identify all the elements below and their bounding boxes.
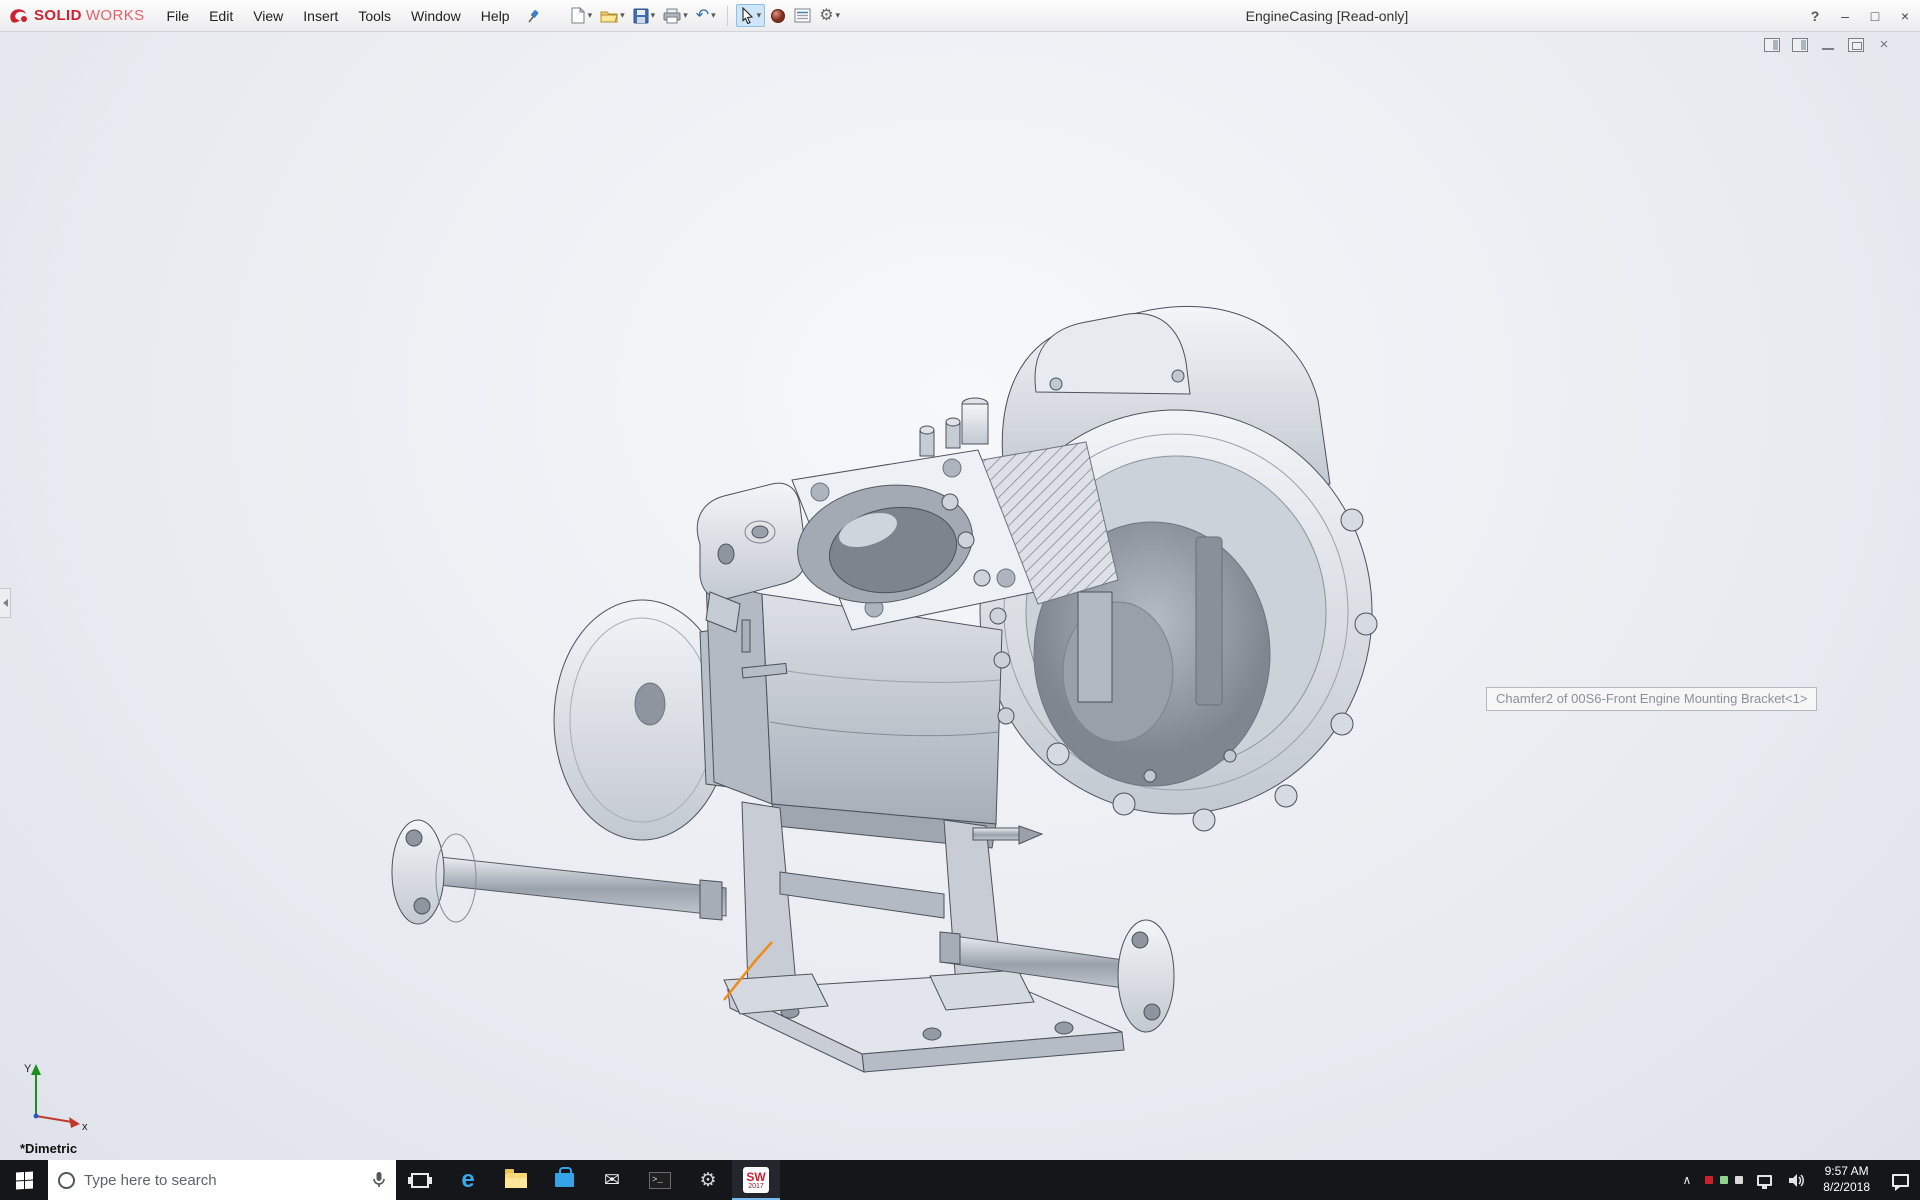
triad-y-label: Y bbox=[24, 1063, 32, 1075]
start-button[interactable] bbox=[0, 1160, 48, 1200]
menu-edit[interactable]: Edit bbox=[199, 2, 243, 30]
dropdown-icon[interactable]: ▾ bbox=[651, 10, 656, 21]
orientation-triad: Y x bbox=[18, 1056, 94, 1134]
graphics-area[interactable]: × bbox=[0, 32, 1920, 1160]
appearance-button[interactable] bbox=[767, 6, 789, 26]
tray-status-icon[interactable] bbox=[1720, 1176, 1728, 1184]
dropdown-icon[interactable]: ▾ bbox=[836, 10, 841, 21]
tray-mini-icons bbox=[1699, 1176, 1749, 1184]
toolbar-separator bbox=[727, 6, 728, 26]
task-view-icon bbox=[411, 1173, 429, 1188]
store-button[interactable] bbox=[540, 1160, 588, 1200]
brand-works: WORKS bbox=[86, 7, 145, 24]
cortana-icon[interactable] bbox=[58, 1172, 75, 1189]
carb-flange[interactable] bbox=[789, 418, 1035, 630]
brand-solid: SOLID bbox=[34, 7, 82, 24]
triad-x-label: x bbox=[82, 1121, 88, 1133]
select-tool-button[interactable]: ▾ bbox=[736, 4, 766, 27]
print-button[interactable]: ▾ bbox=[660, 6, 691, 26]
mail-icon: ✉ bbox=[604, 1171, 620, 1190]
command-prompt-button[interactable]: >_ bbox=[636, 1160, 684, 1200]
menu-help[interactable]: Help bbox=[471, 2, 520, 30]
options-button[interactable]: ⚙ ▾ bbox=[816, 6, 843, 26]
document-title: EngineCasing [Read-only] bbox=[1246, 8, 1409, 24]
solidworks-taskbar-button[interactable]: SW 2017 bbox=[732, 1160, 780, 1200]
gear-icon: ⚙ bbox=[819, 8, 833, 24]
taskbar-clock[interactable]: 9:57 AM 8/2/2018 bbox=[1813, 1164, 1880, 1195]
dropdown-icon[interactable]: ▾ bbox=[620, 10, 625, 21]
settings-gear-icon: ⚙ bbox=[699, 1171, 716, 1190]
design-library-icon bbox=[794, 8, 811, 23]
tray-chevron-icon[interactable]: ∧ bbox=[1674, 1173, 1699, 1187]
menu-window[interactable]: Window bbox=[401, 2, 471, 30]
dropdown-icon[interactable]: ▾ bbox=[711, 10, 716, 21]
tray-solidworks-icon[interactable] bbox=[1705, 1176, 1713, 1184]
settings-button[interactable]: ⚙ bbox=[684, 1160, 732, 1200]
edge-icon: e bbox=[461, 1168, 474, 1192]
menu-file[interactable]: File bbox=[157, 2, 200, 30]
clock-date: 8/2/2018 bbox=[1823, 1180, 1870, 1196]
open-button[interactable]: ▾ bbox=[597, 6, 628, 26]
clock-time: 9:57 AM bbox=[1825, 1164, 1869, 1180]
solidworks-icon-label: SW bbox=[746, 1171, 765, 1183]
new-document-button[interactable]: ▾ bbox=[566, 5, 596, 26]
system-tray: ∧ 9:57 AM 8/2/2018 bbox=[1674, 1160, 1920, 1200]
pin-menu-icon[interactable] bbox=[526, 8, 542, 24]
taskbar-search[interactable] bbox=[48, 1160, 396, 1200]
solidworks-window: SOLIDWORKS File Edit View Insert Tools W… bbox=[0, 0, 1920, 1200]
windows-logo-icon bbox=[16, 1171, 33, 1189]
appearance-sphere-icon bbox=[770, 8, 786, 24]
task-view-button[interactable] bbox=[396, 1160, 444, 1200]
mail-button[interactable]: ✉ bbox=[588, 1160, 636, 1200]
app-header: SOLIDWORKS File Edit View Insert Tools W… bbox=[0, 0, 1920, 32]
engine-casing-model[interactable] bbox=[0, 32, 1920, 1160]
network-icon[interactable] bbox=[1757, 1175, 1772, 1186]
print-icon bbox=[663, 8, 681, 24]
file-explorer-button[interactable] bbox=[492, 1160, 540, 1200]
solidworks-logo: SOLIDWORKS bbox=[8, 6, 145, 26]
open-folder-icon bbox=[600, 8, 618, 24]
save-button[interactable]: ▾ bbox=[630, 6, 659, 26]
store-icon bbox=[555, 1173, 574, 1187]
menu-view[interactable]: View bbox=[243, 2, 293, 30]
help-button[interactable]: ? bbox=[1800, 0, 1830, 31]
menu-bar: File Edit View Insert Tools Window Help bbox=[157, 2, 520, 30]
volume-icon[interactable] bbox=[1788, 1173, 1805, 1188]
menu-tools[interactable]: Tools bbox=[348, 2, 401, 30]
menu-insert[interactable]: Insert bbox=[293, 2, 348, 30]
tray-generic-icon[interactable] bbox=[1735, 1176, 1743, 1184]
collapse-triangle-icon bbox=[3, 599, 8, 607]
dropdown-icon[interactable]: ▾ bbox=[683, 10, 688, 21]
feature-tooltip: Chamfer2 of 00S6-Front Engine Mounting B… bbox=[1486, 687, 1817, 711]
dassault-logo-icon bbox=[8, 6, 30, 26]
panel-collapse-arrow[interactable] bbox=[0, 588, 11, 618]
left-shaft[interactable] bbox=[392, 820, 726, 924]
search-input[interactable] bbox=[84, 1172, 363, 1189]
close-button[interactable]: × bbox=[1890, 0, 1920, 31]
microphone-icon[interactable] bbox=[372, 1171, 386, 1189]
command-prompt-icon: >_ bbox=[649, 1172, 671, 1189]
undo-icon: ↶ bbox=[696, 8, 709, 24]
view-orientation-label: *Dimetric bbox=[20, 1141, 77, 1156]
action-center-icon bbox=[1892, 1174, 1909, 1187]
edge-button[interactable]: e bbox=[444, 1160, 492, 1200]
window-controls: ? – □ × bbox=[1800, 0, 1920, 31]
dropdown-icon[interactable]: ▾ bbox=[588, 10, 593, 21]
file-explorer-icon bbox=[505, 1173, 527, 1188]
windows-taskbar: e ✉ >_ ⚙ SW 2017 ∧ bbox=[0, 1160, 1920, 1200]
dropdown-icon[interactable]: ▾ bbox=[757, 10, 762, 21]
maximize-button[interactable]: □ bbox=[1860, 0, 1890, 31]
action-center-button[interactable] bbox=[1880, 1174, 1920, 1187]
new-document-icon bbox=[569, 7, 586, 24]
quick-access-toolbar: ▾ ▾ ▾ ▾ bbox=[566, 4, 843, 27]
design-library-button[interactable] bbox=[791, 6, 814, 25]
save-icon bbox=[633, 8, 649, 24]
minimize-button[interactable]: – bbox=[1830, 0, 1860, 31]
undo-button[interactable]: ↶ ▾ bbox=[693, 6, 719, 26]
solidworks-icon-year: 2017 bbox=[748, 1183, 764, 1190]
select-cursor-icon bbox=[740, 7, 755, 24]
solidworks-app-icon: SW 2017 bbox=[743, 1167, 769, 1193]
